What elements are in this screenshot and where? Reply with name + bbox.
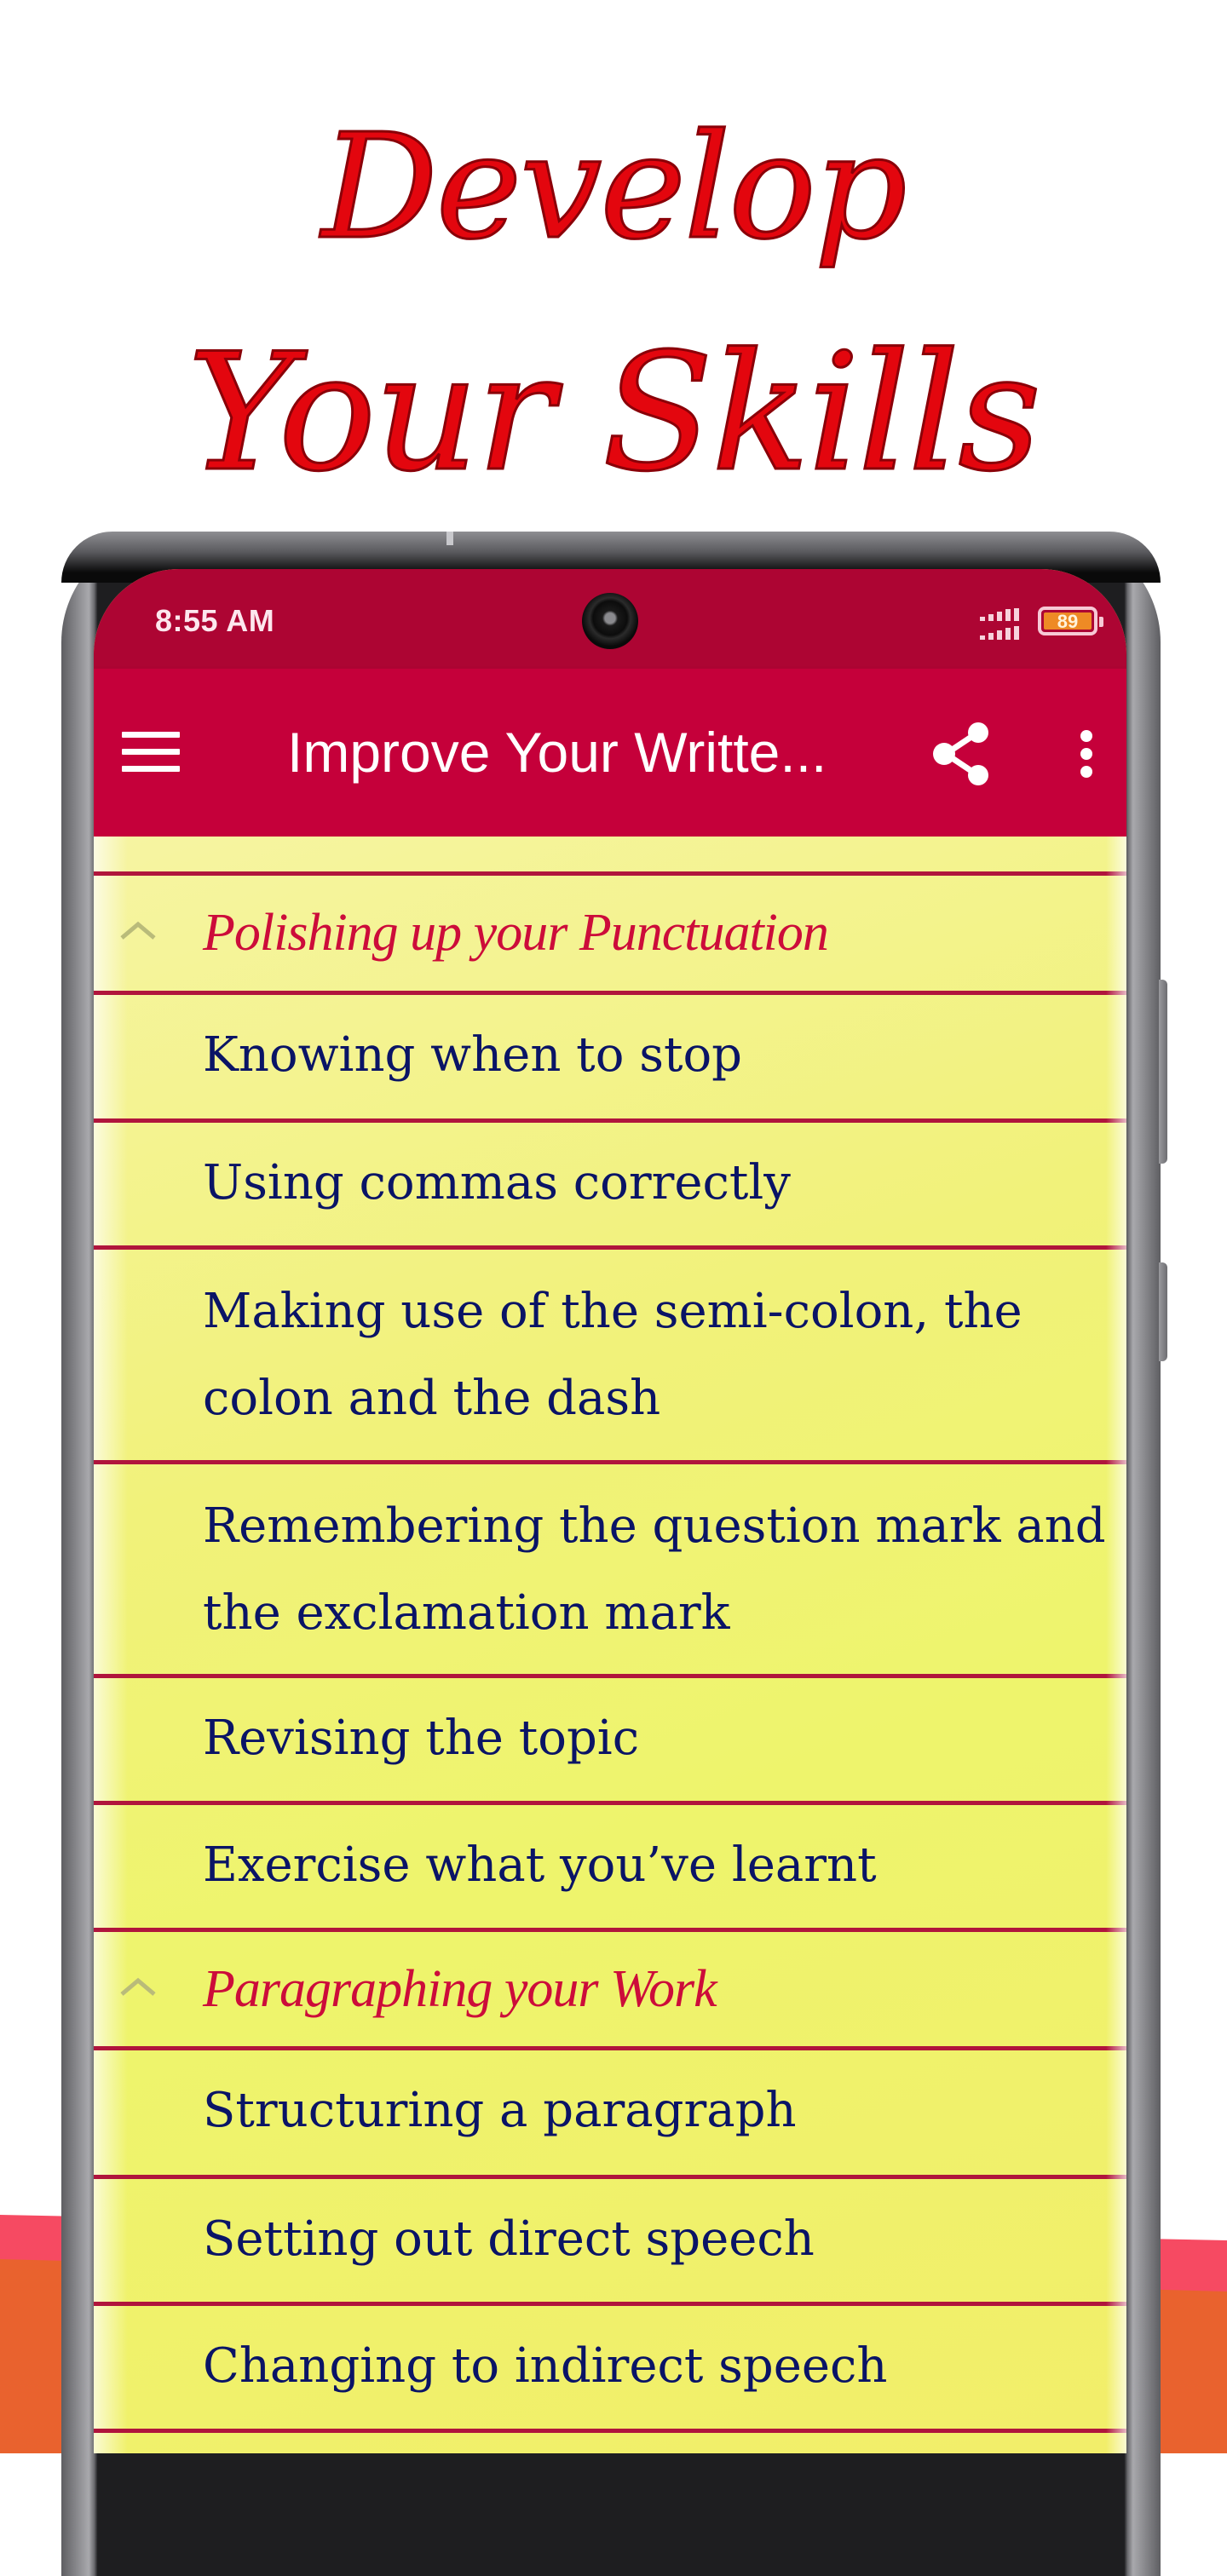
more-vertical-icon[interactable]: [1069, 720, 1103, 788]
section-header-punctuation[interactable]: Polishing up your Punctuation: [94, 871, 1126, 991]
share-icon[interactable]: [930, 720, 995, 788]
list-item[interactable]: Setting out direct speech: [94, 2175, 1126, 2302]
app-bar: Improve Your Writte...: [94, 669, 1126, 837]
status-time: 8:55 AM: [155, 603, 275, 638]
chevron-up-icon: [120, 1977, 156, 1996]
list-item[interactable]: Structuring a paragraph: [94, 2046, 1126, 2175]
battery-icon: 89: [1038, 607, 1103, 635]
hamburger-line: [122, 749, 180, 755]
battery-level: 89: [1044, 612, 1092, 631]
list-item-label: Structuring a paragraph: [203, 2083, 797, 2138]
list-item-label: Exercise what you’ve learnt: [203, 1837, 877, 1893]
app-title: Improve Your Writte...: [287, 721, 827, 784]
list-item[interactable]: Making use of the semi-colon, the colon …: [94, 1245, 1126, 1460]
list-item[interactable]: Changing to indirect speech: [94, 2302, 1126, 2429]
list-item[interactable]: Exercise what you’ve learnt: [94, 1801, 1126, 1928]
list-item[interactable]: Knowing when to stop: [94, 991, 1126, 1118]
hamburger-icon[interactable]: [122, 732, 180, 773]
list-item[interactable]: Using commas correctly: [94, 1118, 1126, 1245]
list-item-label: Making use of the semi-colon, the colon …: [203, 1284, 1022, 1426]
phone-volume-button: [1159, 980, 1167, 1164]
phone-screen: 8:55 AM 89 Improve Your Writte... Polish…: [94, 569, 1126, 2453]
chevron-up-icon: [120, 921, 156, 940]
list-item-label: Setting out direct speech: [203, 2211, 815, 2267]
promo-headline-line1: Develop: [320, 102, 908, 273]
list-item-label: Changing to indirect speech: [203, 2338, 888, 2394]
list-item-label: Using commas correctly: [203, 1155, 791, 1210]
phone-power-button: [1159, 1262, 1167, 1361]
list-item-label: Remembering the question mark and the ex…: [203, 1498, 1106, 1641]
section-title: Paragraphing your Work: [203, 1960, 717, 2018]
signal-icon: [980, 608, 1019, 640]
promo-headline-line2: Your Skills: [187, 318, 1043, 509]
list-item-partial[interactable]: [94, 2429, 1126, 2453]
front-camera: [582, 593, 638, 649]
list-item-label: Revising the topic: [203, 1711, 640, 1766]
status-bar: 8:55 AM 89: [94, 569, 1126, 669]
list-item-label: Knowing when to stop: [203, 1027, 743, 1083]
battery-tip: [1099, 617, 1103, 627]
list-item[interactable]: Revising the topic: [94, 1674, 1126, 1801]
section-title: Polishing up your Punctuation: [203, 904, 829, 962]
hamburger-line: [122, 732, 180, 738]
topic-list: Polishing up your Punctuation Knowing wh…: [94, 837, 1126, 2453]
list-item[interactable]: Remembering the question mark and the ex…: [94, 1460, 1126, 1674]
section-header-paragraphing[interactable]: Paragraphing your Work: [94, 1928, 1126, 2046]
list-top-spacer: [94, 837, 1126, 871]
phone-antenna-line: [446, 532, 453, 545]
hamburger-line: [122, 766, 180, 772]
